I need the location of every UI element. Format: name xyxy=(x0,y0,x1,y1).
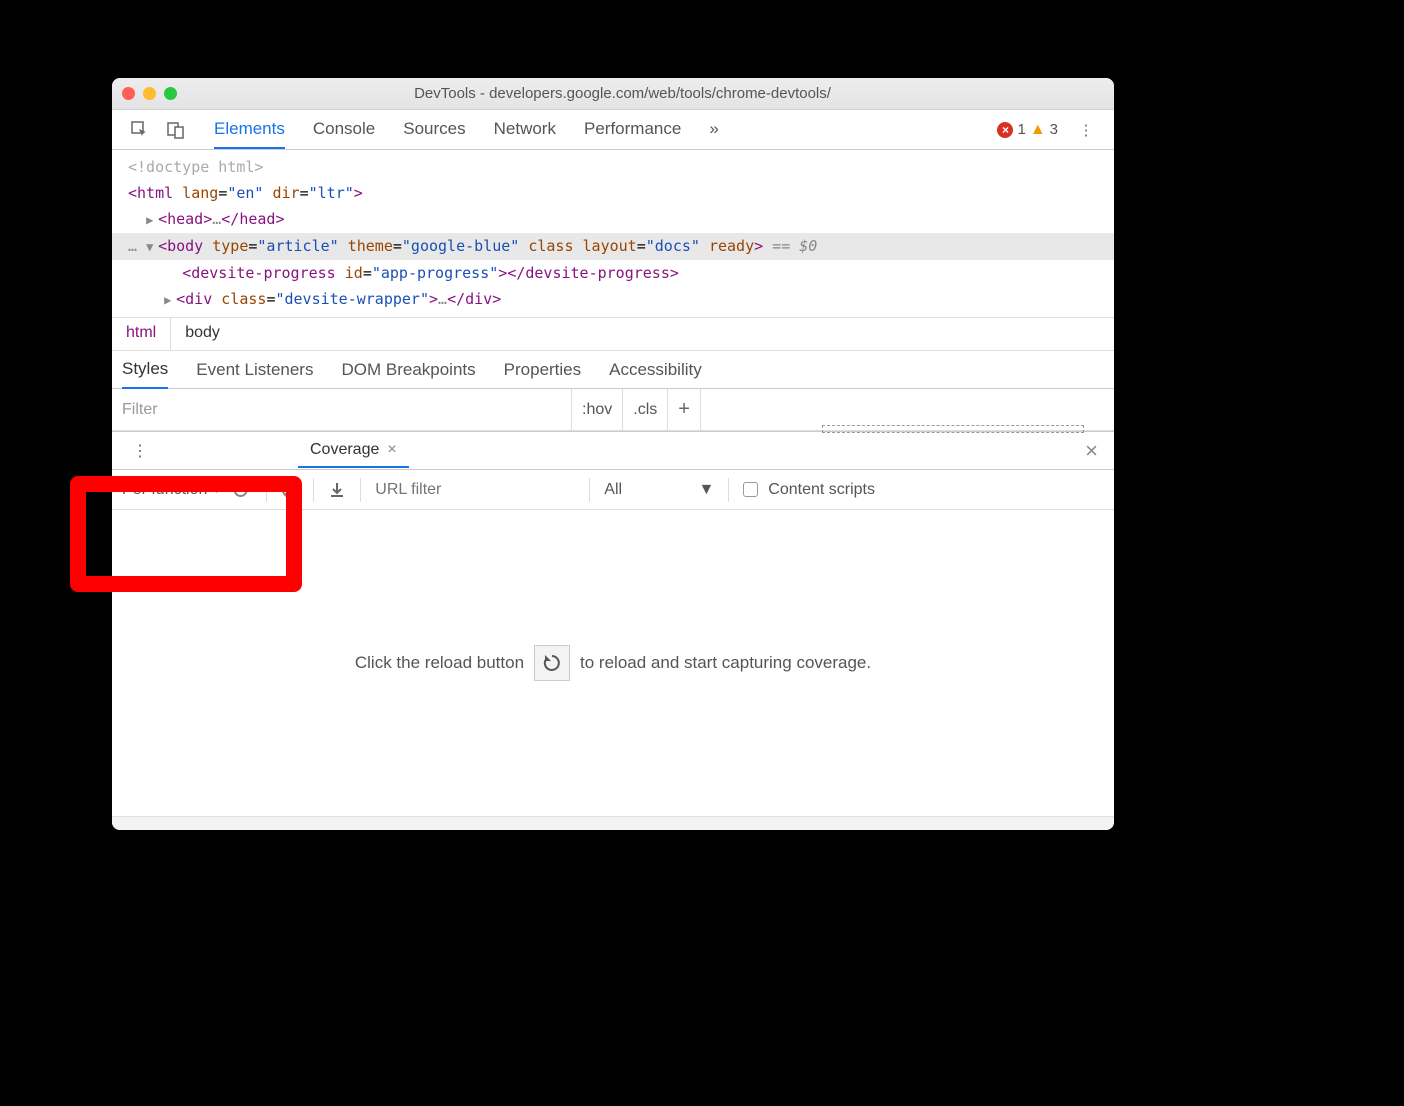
zoom-window-button[interactable] xyxy=(164,87,177,100)
main-tab-group: Elements Console Sources Network Perform… xyxy=(214,111,997,149)
export-icon[interactable] xyxy=(328,481,346,499)
tab-overflow-icon[interactable]: » xyxy=(709,111,718,149)
dom-head[interactable]: ▶<head>…</head> xyxy=(112,206,1114,233)
dom-body-selected[interactable]: … ▼<body type="article" theme="google-bl… xyxy=(112,233,1114,260)
separator xyxy=(360,478,361,502)
styles-filter-row: :hov .cls + xyxy=(112,389,1114,431)
styles-tab-bar: Styles Event Listeners DOM Breakpoints P… xyxy=(112,351,1114,389)
dom-progress[interactable]: <devsite-progress id="app-progress"></de… xyxy=(112,260,1114,286)
coverage-filter-label: All xyxy=(604,481,622,499)
traffic-lights xyxy=(122,87,177,100)
separator xyxy=(313,478,314,502)
coverage-hint-post: to reload and start capturing coverage. xyxy=(580,653,871,673)
inspect-icon[interactable] xyxy=(128,118,152,142)
subtab-accessibility[interactable]: Accessibility xyxy=(609,352,702,388)
subtab-properties[interactable]: Properties xyxy=(504,352,581,388)
settings-menu-icon[interactable]: ⋮ xyxy=(1074,118,1098,142)
drawer-footer xyxy=(112,816,1114,830)
content-scripts-label[interactable]: Content scripts xyxy=(768,481,875,499)
tab-elements[interactable]: Elements xyxy=(214,111,285,149)
reload-button[interactable] xyxy=(534,645,570,681)
main-toolbar: Elements Console Sources Network Perform… xyxy=(112,110,1114,150)
drawer-menu-icon[interactable]: ⋮ xyxy=(128,439,152,463)
tab-console[interactable]: Console xyxy=(313,111,375,149)
chevron-down-icon: ▼ xyxy=(698,481,714,499)
reload-icon[interactable] xyxy=(232,481,252,499)
device-toggle-icon[interactable] xyxy=(164,118,188,142)
subtab-event-listeners[interactable]: Event Listeners xyxy=(196,352,313,388)
crumb-html[interactable]: html xyxy=(112,318,170,350)
url-filter-input[interactable] xyxy=(375,481,575,499)
coverage-hint-pre: Click the reload button xyxy=(355,653,524,673)
dom-wrapper[interactable]: ▶<div class="devsite-wrapper">…</div> xyxy=(112,286,1114,313)
coverage-empty-state: Click the reload button to reload and st… xyxy=(112,510,1114,816)
error-count[interactable]: 1 xyxy=(1017,121,1025,138)
minimize-window-button[interactable] xyxy=(143,87,156,100)
margin-box-preview xyxy=(822,425,1084,433)
tab-performance[interactable]: Performance xyxy=(584,111,681,149)
drawer-tab-coverage[interactable]: Coverage × xyxy=(298,434,409,468)
tab-sources[interactable]: Sources xyxy=(403,111,465,149)
breadcrumb: html body xyxy=(112,317,1114,351)
status-area: × 1 ▲ 3 ⋮ xyxy=(997,118,1104,142)
devtools-window: DevTools - developers.google.com/web/too… xyxy=(112,78,1114,830)
new-style-rule-button[interactable]: + xyxy=(668,389,701,430)
clear-icon[interactable] xyxy=(281,481,299,499)
styles-filter-input[interactable] xyxy=(112,389,572,430)
separator xyxy=(728,478,729,502)
coverage-toolbar: Per function ▼ All ▼ Content sc xyxy=(112,470,1114,510)
drawer-tab-coverage-label: Coverage xyxy=(310,441,379,459)
chevron-down-icon: ▼ xyxy=(211,484,222,496)
dom-doctype[interactable]: <!doctype html> xyxy=(112,154,1114,180)
tab-network[interactable]: Network xyxy=(494,111,556,149)
drawer-panel: ⋮ Coverage × × Per function ▼ xyxy=(112,431,1114,830)
coverage-filter-select[interactable]: All ▼ xyxy=(604,481,714,499)
coverage-type-select[interactable]: Per function ▼ xyxy=(122,481,222,499)
dom-tree[interactable]: <!doctype html> <html lang="en" dir="ltr… xyxy=(112,150,1114,317)
warning-count[interactable]: 3 xyxy=(1050,121,1058,138)
subtab-styles[interactable]: Styles xyxy=(122,351,168,389)
hov-toggle[interactable]: :hov xyxy=(572,389,623,430)
coverage-type-label: Per function xyxy=(122,481,207,499)
dom-html-open[interactable]: <html lang="en" dir="ltr"> xyxy=(112,180,1114,206)
content-scripts-checkbox[interactable] xyxy=(743,482,758,497)
close-coverage-tab-icon[interactable]: × xyxy=(387,441,396,459)
close-drawer-icon[interactable]: × xyxy=(1079,438,1104,464)
crumb-body[interactable]: body xyxy=(170,318,234,350)
separator xyxy=(266,478,267,502)
error-icon: × xyxy=(997,122,1013,138)
subtab-dom-breakpoints[interactable]: DOM Breakpoints xyxy=(341,352,475,388)
window-title: DevTools - developers.google.com/web/too… xyxy=(191,85,1054,102)
drawer-tab-bar: ⋮ Coverage × × xyxy=(112,432,1114,470)
cls-toggle[interactable]: .cls xyxy=(623,389,668,430)
warning-icon: ▲ xyxy=(1030,121,1046,139)
titlebar: DevTools - developers.google.com/web/too… xyxy=(112,78,1114,110)
separator xyxy=(589,478,590,502)
close-window-button[interactable] xyxy=(122,87,135,100)
